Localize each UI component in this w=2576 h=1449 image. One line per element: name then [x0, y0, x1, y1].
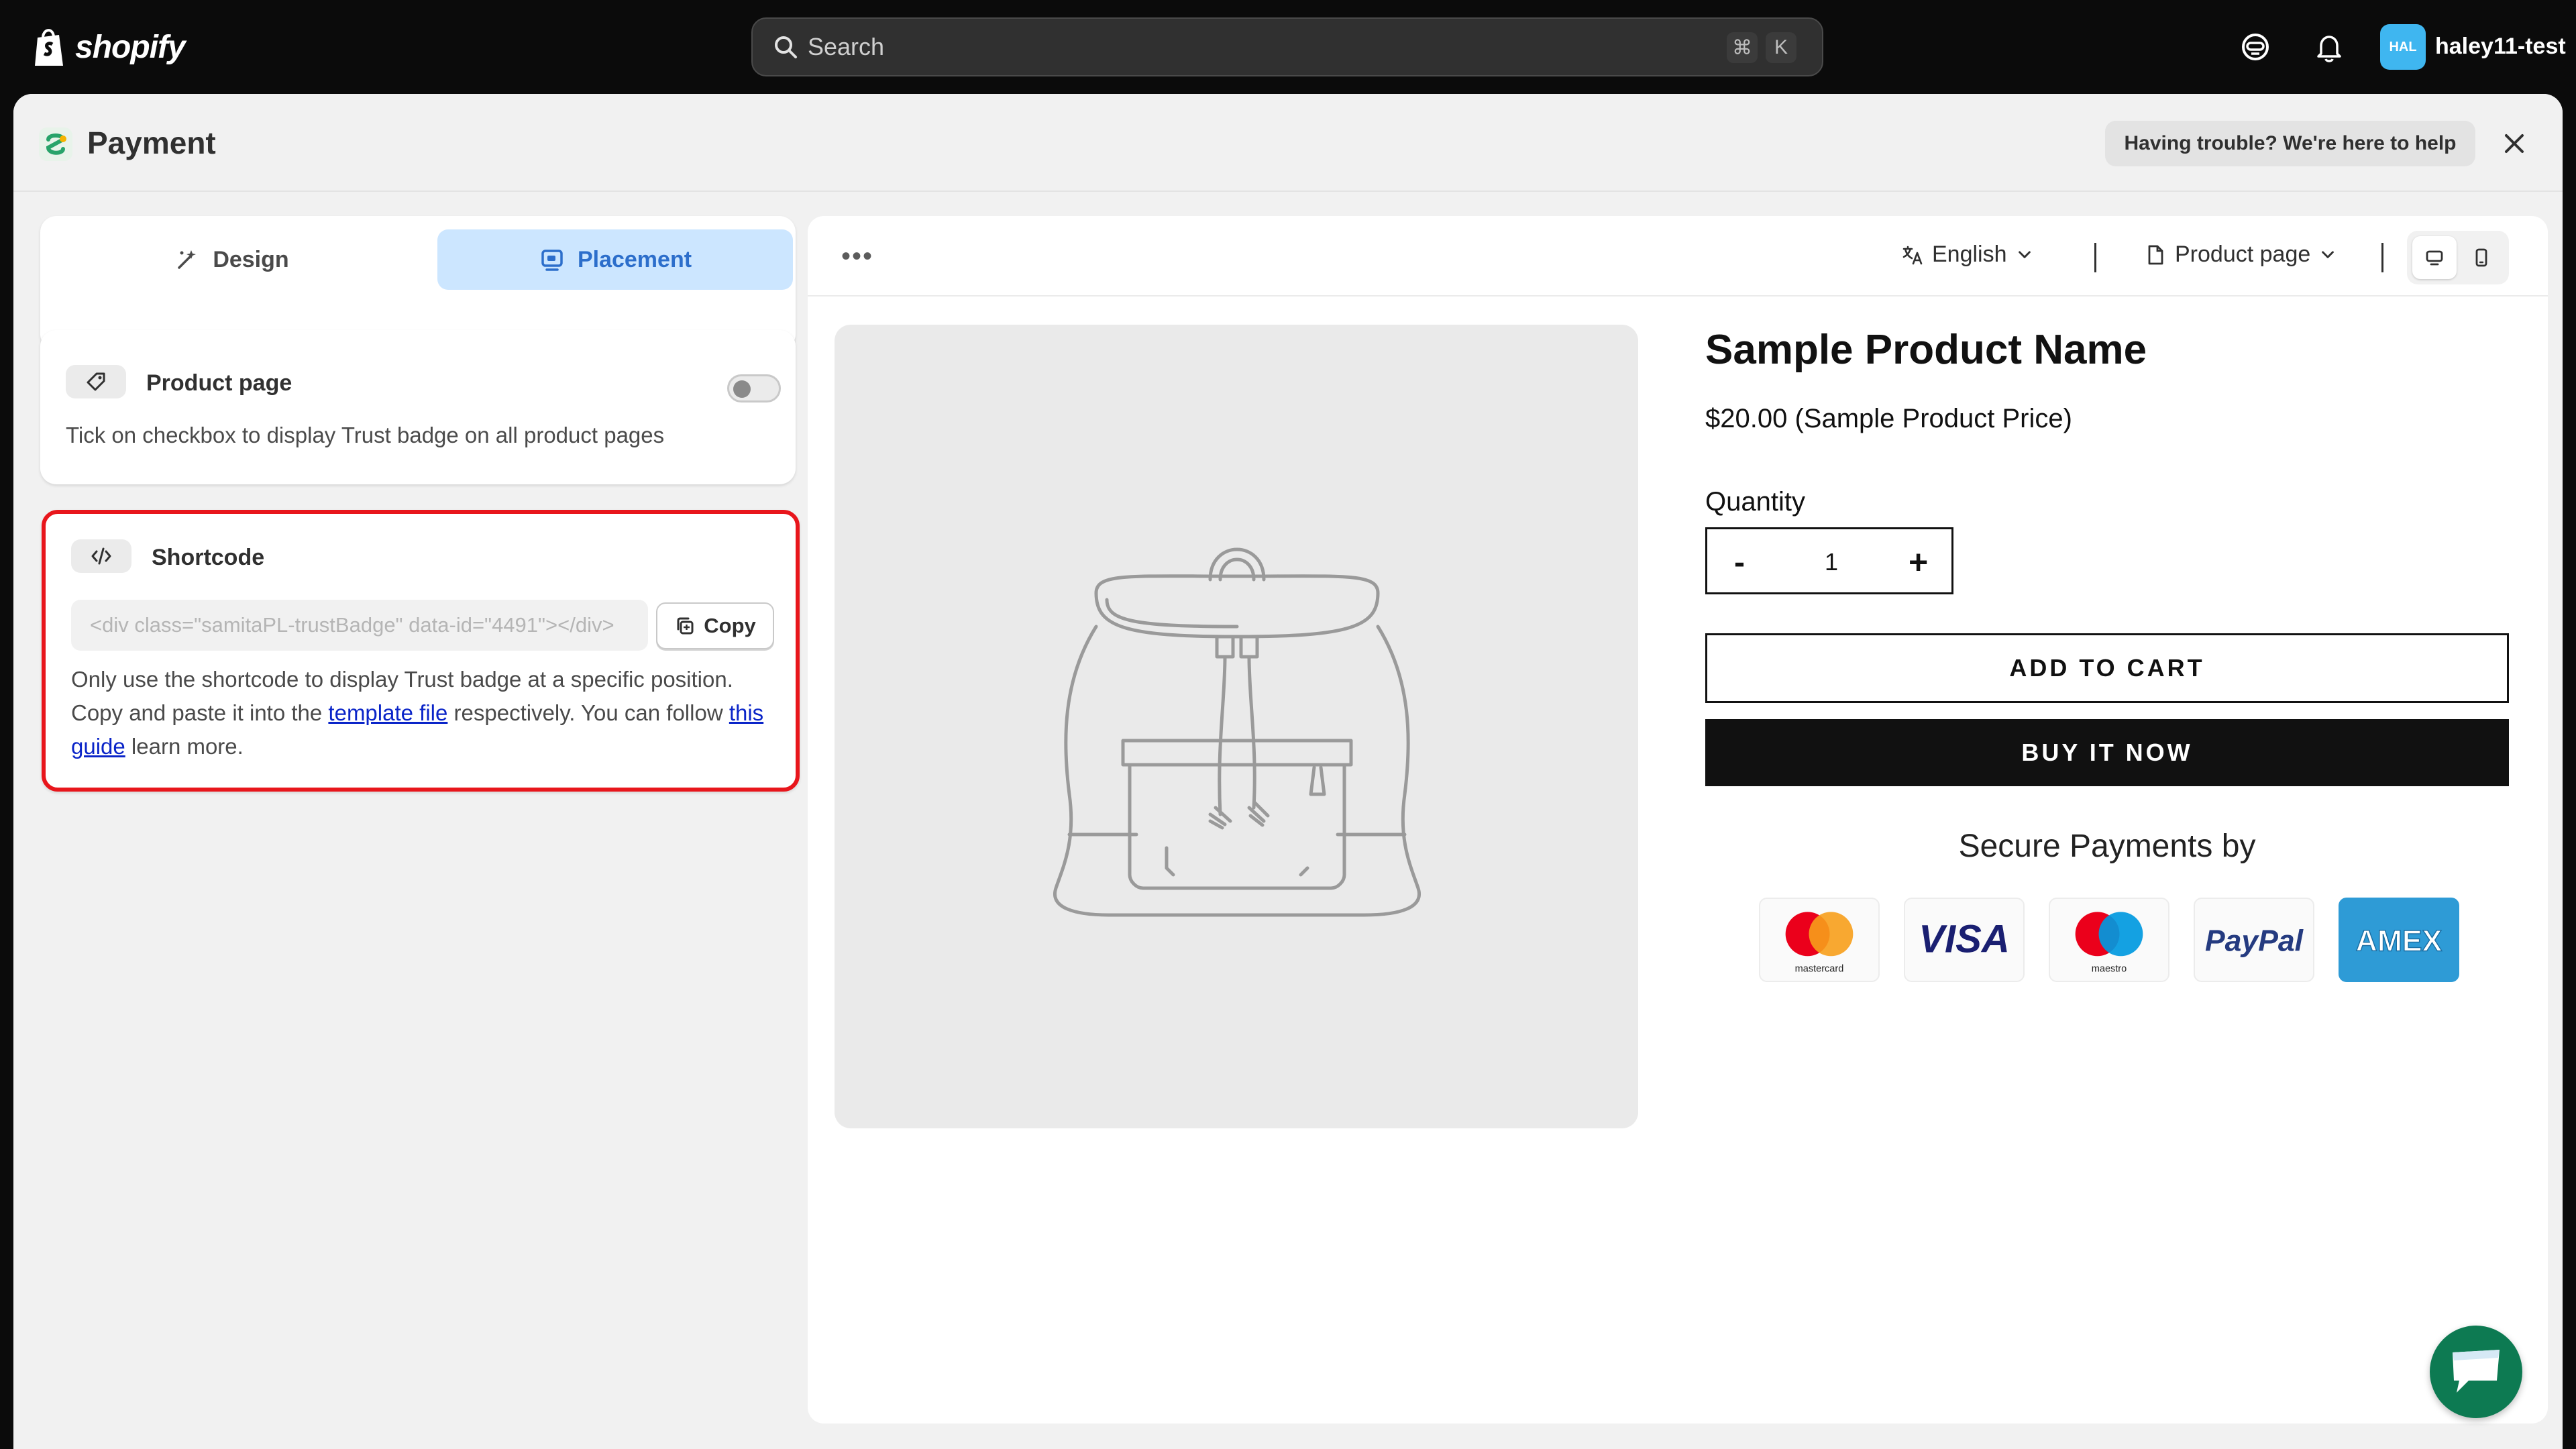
quantity-stepper: - 1 + [1705, 527, 1953, 594]
product-page-toggle[interactable] [727, 374, 781, 402]
quantity-label: Quantity [1705, 487, 1805, 517]
tab-placement-label: Placement [577, 246, 692, 272]
product-page-title: Product page [146, 370, 292, 396]
copy-button-label: Copy [704, 614, 756, 637]
amex-text: AMEX [2356, 924, 2443, 957]
tab-design[interactable]: Design [54, 229, 409, 290]
maestro-badge: maestro [2049, 898, 2169, 982]
maestro-icon: maestro [2075, 912, 2143, 974]
page-label: Product page [2175, 241, 2311, 267]
product-page-description: Tick on checkbox to display Trust badge … [66, 423, 665, 447]
tab-placement[interactable]: Placement [437, 229, 793, 290]
sidekick-icon[interactable] [2238, 30, 2273, 64]
amex-badge: AMEX [2339, 898, 2459, 982]
code-chip [71, 539, 131, 573]
mastercard-badge: mastercard [1759, 898, 1880, 982]
toggle-knob [733, 380, 751, 398]
window-header: Payment Having trouble? We're here to he… [13, 94, 2563, 192]
more-actions-icon[interactable]: ••• [841, 241, 873, 272]
visa-text: VISA [1919, 917, 2010, 961]
quantity-input[interactable]: 1 [1825, 548, 1838, 576]
add-to-cart-button[interactable]: ADD TO CART [1705, 633, 2509, 703]
shortcode-field[interactable]: <div class="samitaPL-trustBadge" data-id… [71, 600, 648, 651]
tag-icon [87, 372, 105, 391]
chevron-down-icon [2018, 250, 2031, 258]
shortcut-k-key: K [1766, 32, 1796, 63]
language-label: English [1932, 241, 2007, 267]
chat-icon [2453, 1350, 2500, 1393]
secure-payments-title: Secure Payments by [1958, 828, 2256, 864]
mobile-view-button[interactable] [2459, 236, 2504, 279]
desktop-view-button[interactable] [2412, 236, 2457, 279]
product-price: $20.00 (Sample Product Price) [1705, 404, 2072, 433]
product-name: Sample Product Name [1705, 327, 2147, 373]
app-window: Payment Having trouble? We're here to he… [13, 94, 2563, 1449]
shortcode-desc-text-2: respectively. You can follow [447, 700, 729, 725]
mastercard-icon: mastercard [1785, 912, 1854, 974]
placement-icon [541, 250, 563, 271]
page-title: Payment [87, 125, 216, 160]
device-toggle [2407, 231, 2509, 284]
product-page-card: Product page Tick on checkbox to display… [40, 330, 796, 484]
close-icon[interactable] [2500, 129, 2529, 158]
maestro-caption: maestro [2092, 963, 2127, 974]
visa-badge: VISA [1904, 898, 2025, 982]
amex-icon: AMEX [2340, 899, 2458, 981]
paypal-text: PayPal [2205, 924, 2304, 957]
bell-icon[interactable] [2312, 30, 2347, 64]
tag-chip [66, 365, 126, 398]
shortcode-title: Shortcode [152, 545, 265, 570]
toolbar-divider [2094, 243, 2096, 272]
buy-now-button[interactable]: BUY IT NOW [1705, 719, 2509, 786]
product-image-placeholder [835, 325, 1638, 1128]
translate-icon [1902, 246, 1923, 264]
backpack-icon [1053, 547, 1421, 917]
top-bar: shopify Search ⌘ K HAL haley11-test [0, 0, 2576, 94]
store-name[interactable]: haley11-test [2435, 34, 2566, 60]
avatar[interactable]: HAL [2380, 24, 2426, 70]
search-icon [775, 36, 797, 58]
preview-toolbar: ••• English Product page [808, 216, 2548, 297]
visa-icon: VISA [1919, 917, 2010, 961]
copy-icon [677, 617, 694, 635]
shopify-bag-icon [35, 29, 63, 66]
toolbar-divider [2381, 243, 2383, 272]
paypal-icon: PayPal [2205, 924, 2304, 957]
template-file-link[interactable]: template file [328, 700, 447, 725]
brand-wordmark: shopify [75, 29, 186, 65]
language-selector[interactable]: English [1901, 241, 2034, 268]
shortcode-desc-text-3: learn more. [125, 734, 244, 759]
page-selector[interactable]: Product page [2144, 241, 2337, 268]
shopify-logo[interactable]: shopify [32, 23, 186, 71]
search-placeholder: Search [808, 33, 885, 60]
search-bar[interactable]: Search ⌘ K [751, 17, 1823, 76]
quantity-decrease-button[interactable]: - [1734, 544, 1745, 581]
tab-design-label: Design [213, 246, 289, 272]
shortcode-card: Shortcode <div class="samitaPL-trustBadg… [42, 510, 800, 792]
help-button[interactable]: Having trouble? We're here to help [2105, 121, 2475, 166]
preview-panel: ••• English Product page Sample Product … [808, 216, 2548, 1424]
mobile-icon [2475, 248, 2487, 267]
shortcode-description: Only use the shortcode to display Trust … [71, 663, 782, 763]
quantity-increase-button[interactable]: + [1909, 543, 1928, 582]
magic-wand-icon [178, 250, 197, 269]
mastercard-caption: mastercard [1795, 963, 1844, 974]
page-icon [2148, 245, 2163, 264]
app-logo-icon [39, 127, 72, 161]
chat-button[interactable] [2430, 1326, 2522, 1418]
paypal-badge: PayPal [2194, 898, 2314, 982]
desktop-icon [2426, 250, 2443, 266]
copy-button[interactable]: Copy [656, 602, 774, 649]
chevron-down-icon [2322, 250, 2334, 258]
code-icon [91, 547, 111, 565]
shortcut-cmd-key: ⌘ [1727, 32, 1758, 63]
